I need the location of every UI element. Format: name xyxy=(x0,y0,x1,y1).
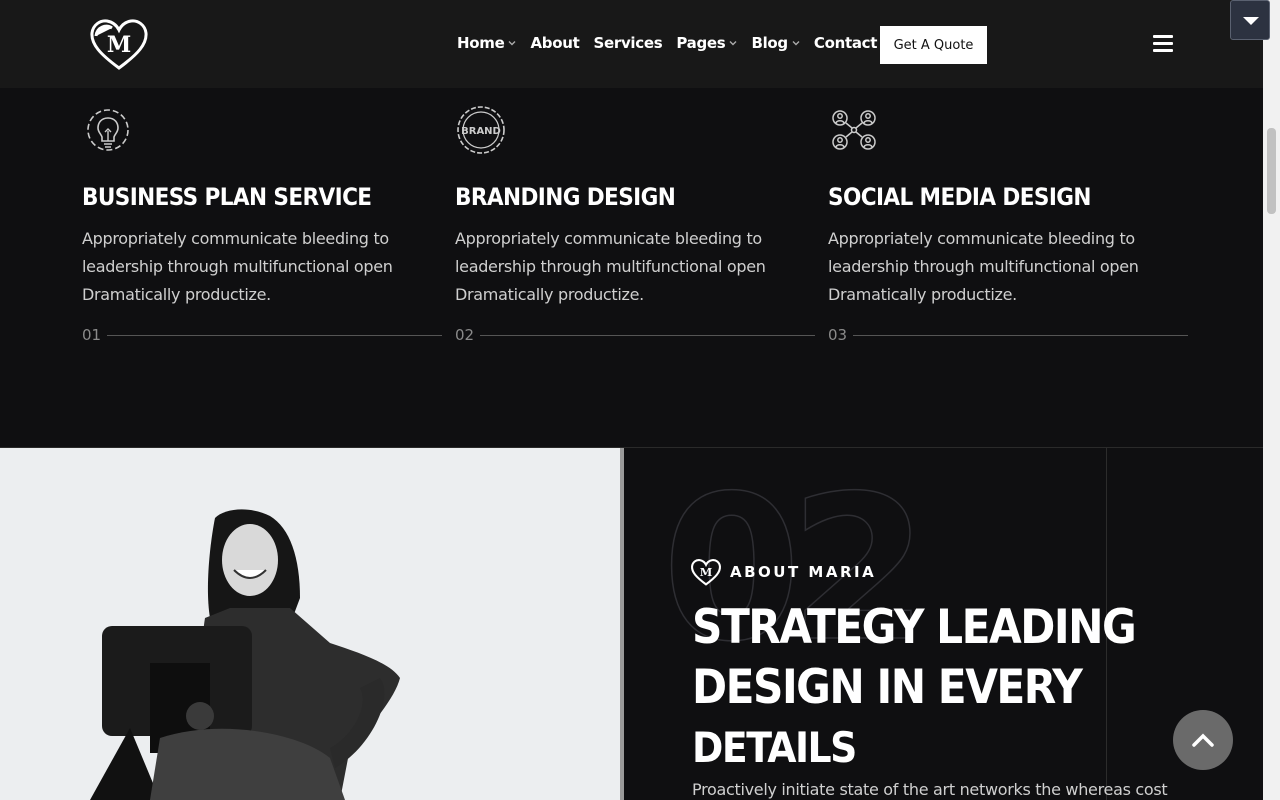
service-card: BUSINESS PLAN SERVICE Appropriately commu… xyxy=(82,104,442,344)
service-divider-line xyxy=(107,334,442,336)
nav-item-label: Pages xyxy=(676,34,726,52)
service-divider-line xyxy=(853,334,1188,336)
chevron-down-icon xyxy=(729,41,737,46)
service-title[interactable]: BRANDING DESIGN xyxy=(455,183,815,211)
nav-item-pages[interactable]: Pages xyxy=(676,34,737,52)
svg-text:BRAND: BRAND xyxy=(461,126,501,137)
get-quote-button[interactable]: Get A Quote xyxy=(880,26,987,64)
nav-item-home[interactable]: Home xyxy=(457,34,516,52)
service-description: Appropriately communicate bleeding to le… xyxy=(455,229,766,304)
nav-item-blog[interactable]: Blog xyxy=(751,34,800,52)
service-number: 01 xyxy=(82,326,102,344)
chevron-down-icon xyxy=(792,41,800,46)
woman-with-camera-photo xyxy=(0,448,624,800)
service-divider-line xyxy=(480,334,815,336)
service-number-row: 03 xyxy=(828,326,1188,344)
lightbulb-gear-icon xyxy=(82,104,442,161)
nav-item-label: Blog xyxy=(751,34,788,52)
service-description: Appropriately communicate bleeding to le… xyxy=(828,229,1139,304)
main-nav: Home About Services Pages Blog Contact xyxy=(457,34,877,52)
nav-item-label: Home xyxy=(457,34,505,52)
scrollbar-thumb[interactable] xyxy=(1267,128,1276,214)
service-card: SOCIAL MEDIA DESIGN Appropriately communi… xyxy=(828,104,1188,344)
chevron-down-icon xyxy=(508,41,516,46)
nav-item-services[interactable]: Services xyxy=(593,34,662,52)
chevron-up-icon xyxy=(1192,733,1214,747)
about-tag: M ABOUT MARIA xyxy=(690,558,876,586)
svg-text:M: M xyxy=(700,565,713,579)
about-heading-line-2: DESIGN IN EVERY xyxy=(692,660,1083,715)
about-description: Proactively initiate state of the art ne… xyxy=(692,780,1168,799)
logo-heart-m-icon[interactable]: M xyxy=(88,18,150,70)
service-title[interactable]: SOCIAL MEDIA DESIGN xyxy=(828,183,1188,211)
service-number: 02 xyxy=(455,326,475,344)
service-number-row: 02 xyxy=(455,326,815,344)
about-heading-line-3: DETAILS xyxy=(692,723,857,772)
service-number-row: 01 xyxy=(82,326,442,344)
nav-item-about[interactable]: About xyxy=(530,34,579,52)
network-users-icon xyxy=(828,104,1188,161)
heart-m-small-icon: M xyxy=(691,559,721,586)
nav-item-label: About xyxy=(530,34,580,52)
service-card: BRAND BRANDING DESIGN Appropriately commun… xyxy=(455,104,815,344)
service-number: 03 xyxy=(828,326,848,344)
nav-item-label: Contact xyxy=(813,34,878,52)
about-tag-label: ABOUT MARIA xyxy=(730,563,877,581)
site-header: M Home About Services Pages Blog Contact Get … xyxy=(0,0,1263,88)
nav-item-contact[interactable]: Contact xyxy=(813,34,878,52)
scroll-to-top-button[interactable] xyxy=(1173,710,1233,770)
nav-item-label: Services xyxy=(593,34,663,52)
dropdown-toggle-button[interactable] xyxy=(1230,0,1270,40)
about-heading: STRATEGY LEADING DESIGN IN EVERY DETAILS xyxy=(692,598,1137,778)
service-title[interactable]: BUSINESS PLAN SERVICE xyxy=(82,183,442,211)
brand-badge-icon: BRAND xyxy=(455,104,815,161)
svg-text:M: M xyxy=(107,32,131,58)
caret-down-icon xyxy=(1243,17,1259,25)
hamburger-menu-icon[interactable] xyxy=(1153,35,1173,53)
page-scrollbar[interactable] xyxy=(1263,0,1280,800)
service-description: Appropriately communicate bleeding to le… xyxy=(82,229,393,304)
about-heading-line-1: STRATEGY LEADING xyxy=(692,600,1137,655)
